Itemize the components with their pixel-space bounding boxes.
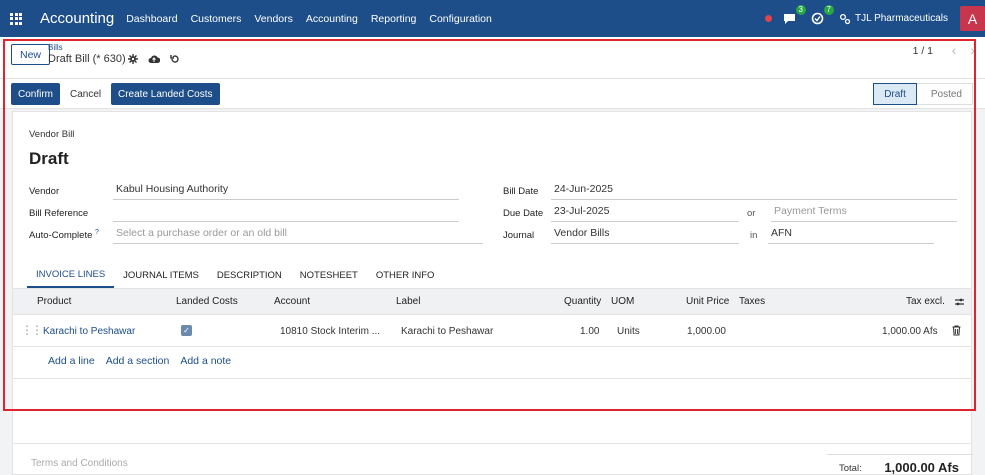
invoice-lines-header: Product Landed Costs Account Label Quant… (13, 288, 971, 315)
chat-icon (783, 13, 795, 24)
bill-reference-field[interactable] (113, 205, 459, 222)
form-action-bar: Confirm Cancel Create Landed Costs Draft… (0, 79, 985, 109)
form-sheet: Vendor Bill Draft Vendor Kabul Housing A… (12, 111, 973, 475)
line-uom[interactable]: Units (617, 326, 640, 337)
user-avatar[interactable]: A (960, 6, 985, 31)
journal-label: Journal (503, 230, 535, 241)
line-account[interactable]: 10810 Stock Interim ... (280, 326, 380, 337)
due-date-label: Due Date (503, 208, 544, 219)
or-label: or (747, 208, 756, 219)
status-posted[interactable]: Posted (916, 83, 973, 105)
status-bar: Draft Posted (873, 83, 973, 105)
line-quantity[interactable]: 1.00 (580, 326, 599, 337)
confirm-button[interactable]: Confirm (11, 83, 61, 105)
auto-complete-label-wrap: Auto-Complete ? (29, 229, 99, 241)
document-name: Draft (29, 149, 69, 168)
menu-reporting[interactable]: Reporting (371, 13, 417, 25)
column-settings-icon[interactable] (954, 297, 965, 307)
company-switch-icon[interactable] (839, 13, 851, 25)
journal-field[interactable]: Vendor Bills (551, 227, 739, 244)
col-quantity[interactable]: Quantity (564, 296, 601, 307)
table-row[interactable]: ⋮⋮ Karachi to Peshawar ✓ 10810 Stock Int… (13, 315, 971, 347)
help-tooltip-icon[interactable]: ? (95, 229, 99, 236)
record-title: Draft Bill (* 630) (48, 53, 126, 65)
add-line-link[interactable]: Add a line (48, 355, 95, 367)
bill-date-label: Bill Date (503, 186, 539, 197)
due-date-field[interactable]: 23-Jul-2025 (551, 205, 739, 222)
gear-icon[interactable] (128, 54, 138, 64)
apps-menu-button[interactable] (0, 0, 32, 37)
col-product[interactable]: Product (37, 296, 71, 307)
add-note-link[interactable]: Add a note (180, 355, 231, 367)
currency-field[interactable]: AFN (768, 227, 934, 244)
landed-costs-checkbox[interactable]: ✓ (181, 325, 192, 336)
divider (13, 378, 971, 379)
payment-terms-field[interactable]: Payment Terms (771, 205, 957, 222)
col-tax-excl[interactable]: Tax excl. (906, 296, 945, 307)
auto-complete-field[interactable]: Select a purchase order or an old bill (113, 227, 483, 244)
col-landed-costs[interactable]: Landed Costs (176, 296, 238, 307)
control-panel: New Bills Draft Bill (* 630) 1 / 1 ‹ › (0, 37, 985, 79)
col-account[interactable]: Account (274, 296, 310, 307)
new-button[interactable]: New (11, 44, 51, 65)
messages-button[interactable]: 3 (781, 4, 806, 27)
discard-icon[interactable] (170, 54, 180, 64)
divider (13, 443, 971, 444)
document-type-label: Vendor Bill (29, 129, 75, 140)
pager-next-icon[interactable]: › (970, 42, 975, 58)
line-label[interactable]: Karachi to Peshawar (401, 326, 493, 337)
menu-configuration[interactable]: Configuration (429, 13, 491, 25)
vendor-label: Vendor (29, 186, 60, 197)
grid-icon (10, 12, 22, 25)
activities-button[interactable]: 7 (809, 4, 834, 27)
auto-complete-label: Auto-Complete (29, 230, 93, 242)
line-tax-excl: 1,000.00 Afs (882, 326, 938, 337)
col-unit-price[interactable]: Unit Price (686, 296, 729, 307)
activities-badge: 7 (823, 4, 834, 15)
menu-vendors[interactable]: Vendors (254, 13, 293, 25)
tab-invoice-lines[interactable]: INVOICE LINES (27, 262, 115, 288)
bill-reference-label: Bill Reference (29, 208, 89, 219)
create-landed-costs-button[interactable]: Create Landed Costs (111, 83, 220, 105)
breadcrumb-bills[interactable]: Bills (48, 43, 63, 52)
total-value: 1,000.00 Afs (884, 460, 959, 475)
menu-dashboard[interactable]: Dashboard (126, 13, 177, 25)
trash-icon[interactable] (952, 325, 961, 336)
totals-box: Total: 1,000.00 Afs (827, 454, 973, 475)
pager-value[interactable]: 1 / 1 (913, 45, 933, 57)
col-uom[interactable]: UOM (611, 296, 634, 307)
tab-notesheet[interactable]: NOTESHEET (291, 262, 367, 288)
company-name[interactable]: TJL Pharmaceuticals (855, 13, 948, 24)
line-product[interactable]: Karachi to Peshawar (43, 326, 135, 337)
add-section-link[interactable]: Add a section (106, 355, 170, 367)
cloud-upload-icon[interactable] (148, 54, 160, 64)
app-brand[interactable]: Accounting (40, 10, 114, 27)
messages-badge: 3 (795, 4, 806, 15)
status-dot-icon[interactable] (765, 15, 772, 22)
vendor-field[interactable]: Kabul Housing Authority (113, 183, 459, 200)
menu-customers[interactable]: Customers (191, 13, 242, 25)
tab-other-info[interactable]: OTHER INFO (367, 262, 444, 288)
top-navbar: Accounting Dashboard Customers Vendors A… (0, 0, 985, 37)
in-label: in (750, 230, 758, 241)
bill-date-field[interactable]: 24-Jun-2025 (551, 183, 957, 200)
terms-conditions-field[interactable]: Terms and Conditions (31, 458, 128, 469)
status-draft[interactable]: Draft (873, 83, 917, 105)
clock-check-icon (811, 12, 823, 25)
pager-previous-icon[interactable]: ‹ (952, 42, 957, 58)
tab-journal-items[interactable]: JOURNAL ITEMS (114, 262, 208, 288)
notebook-tabs: INVOICE LINES JOURNAL ITEMS DESCRIPTION … (27, 262, 443, 288)
drag-handle-icon[interactable]: ⋮⋮ (21, 323, 43, 337)
col-label[interactable]: Label (396, 296, 420, 307)
tab-description[interactable]: DESCRIPTION (208, 262, 291, 288)
cancel-button[interactable]: Cancel (63, 83, 108, 105)
line-unit-price[interactable]: 1,000.00 (687, 326, 726, 337)
col-taxes[interactable]: Taxes (739, 296, 765, 307)
total-label: Total: (839, 463, 862, 474)
menu-accounting[interactable]: Accounting (306, 13, 358, 25)
